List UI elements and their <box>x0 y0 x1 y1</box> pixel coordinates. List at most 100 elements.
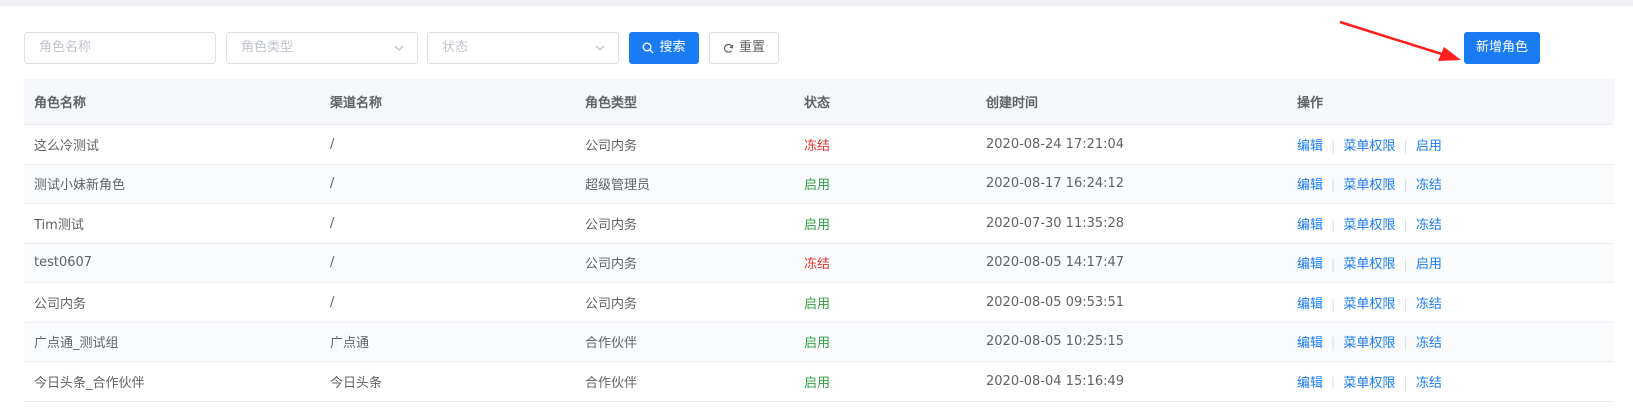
role-name-cell: test0607 <box>34 255 93 271</box>
edit-link[interactable]: 编辑 <box>1297 178 1323 193</box>
table-row: Tim测试 / 公司内务 启用 2020-07-30 11:35:28 编辑 | 菜单权限 | 冻… <box>24 204 1614 244</box>
action-separator: | <box>1331 217 1336 233</box>
actions-cell: 编辑 | 菜单权限 | 启用 <box>1287 135 1614 154</box>
created-time-cell: 2020-08-04 15:16:49 <box>986 373 1125 389</box>
role-type-cell: 公司内务 <box>585 257 638 273</box>
role-type-cell: 合作伙伴 <box>585 336 638 352</box>
action-separator: | <box>1403 336 1408 352</box>
edit-link[interactable]: 编辑 <box>1297 218 1323 233</box>
reset-button[interactable]: 重置 <box>709 32 779 64</box>
role-name-cell: 公司内务 <box>34 296 87 312</box>
role-name-cell: 广点通_测试组 <box>34 336 119 352</box>
role-name-cell: 今日头条_合作伙伴 <box>34 375 145 391</box>
edit-link[interactable]: 编辑 <box>1297 257 1323 272</box>
role-type-cell: 超级管理员 <box>585 178 651 194</box>
toggle-status-link[interactable]: 冻结 <box>1416 297 1442 312</box>
add-role-button[interactable]: 新增角色 <box>1464 32 1540 64</box>
created-time-cell: 2020-08-05 09:53:51 <box>986 294 1125 310</box>
role-type-select[interactable]: 角色类型 <box>226 32 418 64</box>
menu-permission-link[interactable]: 菜单权限 <box>1343 178 1395 193</box>
role-type-placeholder: 角色类型 <box>241 40 294 55</box>
action-separator: | <box>1331 296 1336 312</box>
created-time-cell: 2020-08-05 10:25:15 <box>986 334 1125 350</box>
table-row: 这么冷测试 / 公司内务 冻结 2020-08-24 17:21:04 编辑 | 菜单权限 | 启… <box>24 125 1614 165</box>
chevron-down-icon <box>394 45 404 51</box>
column-header-channel-name: 渠道名称 <box>330 96 383 111</box>
action-separator: | <box>1331 375 1336 391</box>
channel-name-cell: / <box>330 136 335 152</box>
edit-link[interactable]: 编辑 <box>1297 376 1323 391</box>
status-cell: 启用 <box>804 296 831 312</box>
status-cell: 启用 <box>804 217 831 233</box>
role-type-cell: 公司内务 <box>585 296 638 312</box>
action-separator: | <box>1403 296 1408 312</box>
role-type-cell: 公司内务 <box>585 217 638 233</box>
column-header-actions: 操作 <box>1297 96 1324 111</box>
table-row: 今日头条_合作伙伴 今日头条 合作伙伴 启用 2020-08-04 15:16:49 编辑… <box>24 362 1614 402</box>
action-separator: | <box>1403 178 1408 194</box>
action-separator: | <box>1331 178 1336 194</box>
column-header-role-name: 角色名称 <box>34 96 87 111</box>
toggle-status-link[interactable]: 冻结 <box>1416 178 1442 193</box>
table-row: test0607 / 公司内务 冻结 2020-08-05 14:17:47 编辑 | 菜单权… <box>24 243 1614 283</box>
channel-name-cell: 今日头条 <box>330 375 383 391</box>
column-header-created-time: 创建时间 <box>986 96 1039 111</box>
edit-link[interactable]: 编辑 <box>1297 336 1323 351</box>
toggle-status-link[interactable]: 冻结 <box>1416 336 1442 351</box>
toggle-status-link[interactable]: 冻结 <box>1416 376 1442 391</box>
menu-permission-link[interactable]: 菜单权限 <box>1343 218 1395 233</box>
actions-cell: 编辑 | 菜单权限 | 启用 <box>1287 253 1614 272</box>
menu-permission-link[interactable]: 菜单权限 <box>1343 139 1395 154</box>
edit-link[interactable]: 编辑 <box>1297 297 1323 312</box>
actions-cell: 编辑 | 菜单权限 | 冻结 <box>1287 293 1614 312</box>
created-time-cell: 2020-08-17 16:24:12 <box>986 176 1125 192</box>
table-body: 这么冷测试 / 公司内务 冻结 2020-08-24 17:21:04 编辑 | 菜单权限 | 启… <box>24 125 1614 402</box>
search-button[interactable]: 搜索 <box>629 32 699 64</box>
role-name-input[interactable]: 角色名称 <box>24 32 216 64</box>
role-name-cell: Tim测试 <box>34 217 84 233</box>
search-icon <box>642 42 654 54</box>
toggle-status-link[interactable]: 启用 <box>1416 139 1442 154</box>
role-type-cell: 合作伙伴 <box>585 375 638 391</box>
status-cell: 启用 <box>804 178 831 194</box>
created-time-cell: 2020-07-30 11:35:28 <box>986 215 1125 231</box>
toggle-status-link[interactable]: 启用 <box>1416 257 1442 272</box>
menu-permission-link[interactable]: 菜单权限 <box>1343 257 1395 272</box>
actions-cell: 编辑 | 菜单权限 | 冻结 <box>1287 214 1614 233</box>
role-name-cell: 测试小妹新角色 <box>34 178 126 194</box>
status-cell: 启用 <box>804 375 831 391</box>
table-header: 角色名称 渠道名称 角色类型 状态 创建时间 操作 <box>24 79 1614 125</box>
menu-permission-link[interactable]: 菜单权限 <box>1343 297 1395 312</box>
actions-cell: 编辑 | 菜单权限 | 冻结 <box>1287 372 1614 391</box>
channel-name-cell: 广点通 <box>330 336 370 352</box>
table-row: 测试小妹新角色 / 超级管理员 启用 2020-08-17 16:24:12 编辑 | 菜单权… <box>24 164 1614 204</box>
action-separator: | <box>1403 257 1408 273</box>
roles-table: 角色名称 渠道名称 角色类型 状态 创建时间 操作 这么冷测试 / 公司内务 冻结 20… <box>24 79 1614 402</box>
action-separator: | <box>1403 375 1408 391</box>
add-role-button-label: 新增角色 <box>1475 40 1528 55</box>
role-type-cell: 公司内务 <box>585 138 638 154</box>
channel-name-cell: / <box>330 215 335 231</box>
status-cell: 冻结 <box>804 257 831 273</box>
status-cell: 冻结 <box>804 138 831 154</box>
toggle-status-link[interactable]: 冻结 <box>1416 218 1442 233</box>
reset-button-label: 重置 <box>738 40 765 55</box>
status-placeholder: 状态 <box>442 40 469 55</box>
action-separator: | <box>1403 138 1408 154</box>
main-card: 角色名称 角色类型 状态 搜索 重置 新增角色 角色名称 渠道名称 角色类型 状… <box>0 6 1633 419</box>
annotation-arrow-icon <box>1339 20 1461 61</box>
actions-cell: 编辑 | 菜单权限 | 冻结 <box>1287 332 1614 351</box>
edit-link[interactable]: 编辑 <box>1297 139 1323 154</box>
action-separator: | <box>1331 336 1336 352</box>
action-separator: | <box>1331 138 1336 154</box>
menu-permission-link[interactable]: 菜单权限 <box>1343 336 1395 351</box>
status-select[interactable]: 状态 <box>427 32 619 64</box>
column-header-status: 状态 <box>804 96 831 111</box>
table-row: 公司内务 / 公司内务 启用 2020-08-05 09:53:51 编辑 | 菜单权限 | 冻结 <box>24 283 1614 323</box>
search-button-label: 搜索 <box>659 40 686 55</box>
created-time-cell: 2020-08-05 14:17:47 <box>986 255 1125 271</box>
action-separator: | <box>1331 257 1336 273</box>
status-cell: 启用 <box>804 336 831 352</box>
menu-permission-link[interactable]: 菜单权限 <box>1343 376 1395 391</box>
table-row: 广点通_测试组 广点通 合作伙伴 启用 2020-08-05 10:25:15 编辑 | 菜单… <box>24 322 1614 362</box>
